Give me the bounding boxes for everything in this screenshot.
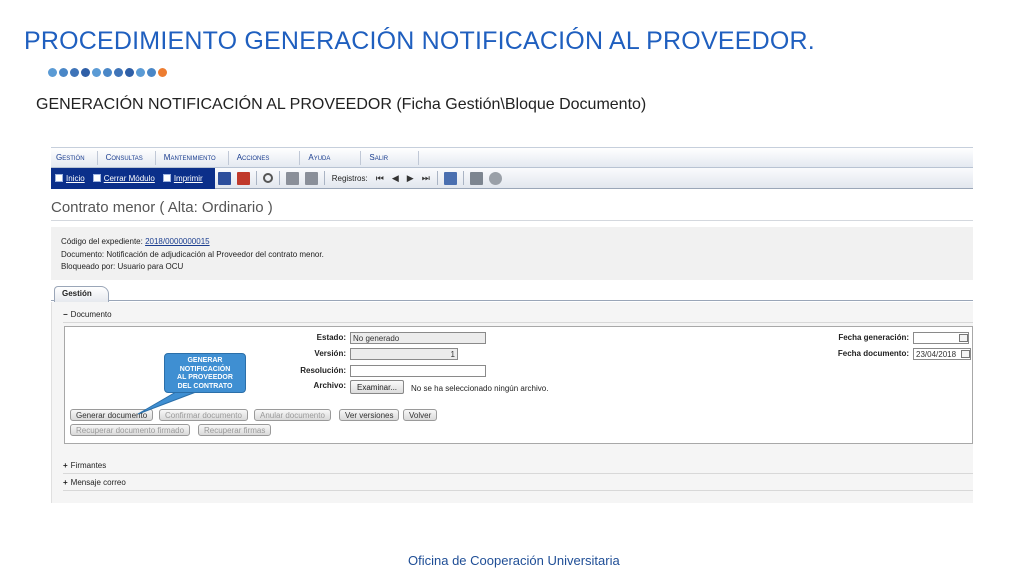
- footer-text: Oficina de Cooperación Universitaria: [408, 553, 620, 568]
- callout-line: AL PROVEEDOR: [177, 374, 233, 381]
- decorative-dot: [103, 68, 112, 77]
- resolucion-input[interactable]: [350, 365, 486, 377]
- section-divider: [63, 490, 973, 491]
- collapse-icon: −: [63, 310, 68, 319]
- decorative-dot: [70, 68, 79, 77]
- toolbar-separator: [278, 171, 280, 185]
- info-box: Código del expediente: 2018/0000000015 D…: [51, 227, 973, 280]
- section-documento-label: Documento: [70, 310, 112, 319]
- toolbar-separator: [323, 171, 325, 185]
- tab-gestion[interactable]: Gestión: [54, 286, 109, 302]
- decorative-dot: [114, 68, 123, 77]
- estado-label: Estado:: [316, 333, 346, 342]
- callout-line: DEL CONTRATO: [177, 382, 233, 390]
- decorative-dot: [81, 68, 90, 77]
- tab-bar: Gestión: [51, 285, 973, 302]
- decorative-dot: [125, 68, 134, 77]
- registros-label: Registros:: [331, 173, 368, 183]
- search-icon[interactable]: [262, 173, 273, 183]
- bloqueado-line: Bloqueado por: Usuario para OCU: [61, 262, 184, 271]
- fecha-generacion-label: Fecha generación:: [838, 333, 909, 342]
- fecha-documento-label: Fecha documento:: [837, 349, 909, 358]
- expediente-label: Código del expediente:: [61, 237, 143, 246]
- decorative-dots: [48, 68, 167, 77]
- title-divider: [51, 220, 973, 221]
- recuperar-firmas-button[interactable]: Recuperar firmas: [198, 424, 272, 436]
- calendar-icon[interactable]: [961, 350, 970, 358]
- section-firmantes[interactable]: + Firmantes: [63, 461, 106, 470]
- decorative-dot: [48, 68, 57, 77]
- app-title: Contrato menor ( Alta: Ordinario ): [51, 199, 273, 216]
- toolbar: Inicio Cerrar Módulo Imprimir Registros:…: [51, 167, 973, 189]
- section-mensaje-label: Mensaje correo: [70, 478, 126, 487]
- documento-line: Documento: Notificación de adjudicación …: [61, 249, 324, 259]
- menu-gestion[interactable]: Gestión: [56, 150, 98, 165]
- expediente-link[interactable]: 2018/0000000015: [145, 237, 210, 246]
- menu-consultas[interactable]: Consultas: [106, 150, 156, 165]
- callout-line: GENERAR: [187, 357, 223, 364]
- tools-icon[interactable]: [469, 171, 483, 185]
- app-window: Gestión Consultas Mantenimiento Acciones…: [51, 147, 973, 503]
- home-icon: [55, 174, 63, 182]
- section-divider: [63, 473, 973, 474]
- inicio-link[interactable]: Inicio: [55, 174, 85, 183]
- expediente-row: Código del expediente: 2018/0000000015: [61, 236, 963, 249]
- menu-bar: Gestión Consultas Mantenimiento Acciones…: [51, 147, 973, 168]
- expand-icon: +: [63, 461, 68, 470]
- decorative-dot: [147, 68, 156, 77]
- recuperar-documento-firmado-button[interactable]: Recuperar documento firmado: [70, 424, 191, 436]
- imprimir-link[interactable]: Imprimir: [162, 173, 203, 183]
- callout-line: NOTIFICACIÓN: [179, 365, 231, 373]
- toolbar-separator: [436, 171, 438, 185]
- cerrar-modulo-label: Cerrar Módulo: [103, 173, 155, 183]
- ver-versiones-button[interactable]: Ver versiones: [339, 409, 400, 421]
- anular-documento-button[interactable]: Anular documento: [254, 409, 331, 421]
- last-icon[interactable]: ⏭: [422, 173, 430, 184]
- section-divider: [63, 322, 973, 323]
- slide-title: PROCEDIMIENTO GENERACIÓN NOTIFICACIÓN AL…: [24, 27, 815, 55]
- section-mensaje-correo[interactable]: + Mensaje correo: [63, 478, 126, 487]
- imprimir-label: Imprimir: [173, 173, 203, 183]
- import-icon[interactable]: [304, 171, 318, 185]
- next-icon[interactable]: ▶: [407, 173, 414, 184]
- print-icon: [162, 174, 171, 182]
- callout-generar-notificacion: GENERAR NOTIFICACIÓN AL PROVEEDOR DEL CO…: [164, 353, 246, 393]
- volver-button[interactable]: Volver: [403, 409, 438, 421]
- slide-subtitle: GENERACIÓN NOTIFICACIÓN AL PROVEEDOR (Fi…: [36, 96, 647, 113]
- version-label: Versión:: [314, 349, 346, 358]
- no-file-text: No se ha seleccionado ningún archivo.: [411, 384, 549, 393]
- window-icon[interactable]: [443, 171, 457, 185]
- save-icon[interactable]: [217, 171, 231, 185]
- inicio-label: Inicio: [66, 173, 85, 183]
- toolbar-links: Inicio Cerrar Módulo Imprimir: [51, 167, 215, 189]
- expand-icon: +: [63, 478, 68, 487]
- menu-acciones[interactable]: Acciones: [237, 150, 301, 165]
- settings-icon[interactable]: [488, 171, 502, 185]
- decorative-dot: [158, 68, 167, 77]
- export-icon[interactable]: [285, 171, 299, 185]
- close-module-icon: [92, 174, 101, 182]
- toolbar-separator: [255, 171, 257, 185]
- examinar-button[interactable]: Examinar...: [350, 380, 405, 394]
- estado-field: No generado: [350, 332, 486, 344]
- decorative-dot: [92, 68, 101, 77]
- confirmar-documento-button[interactable]: Confirmar documento: [159, 409, 248, 421]
- decorative-dot: [59, 68, 68, 77]
- decorative-dot: [136, 68, 145, 77]
- calendar-icon[interactable]: [959, 334, 968, 342]
- menu-salir[interactable]: Salir: [369, 150, 420, 165]
- cerrar-modulo-link[interactable]: Cerrar Módulo: [92, 173, 155, 183]
- section-firmantes-label: Firmantes: [70, 461, 107, 470]
- archivo-label: Archivo:: [313, 381, 346, 390]
- delete-icon[interactable]: [236, 171, 250, 185]
- prev-icon[interactable]: ◀: [392, 173, 399, 184]
- first-icon[interactable]: ⏮: [376, 173, 384, 184]
- version-field: 1: [350, 348, 458, 360]
- section-documento[interactable]: − Documento: [63, 310, 112, 319]
- menu-ayuda[interactable]: Ayuda: [308, 150, 362, 165]
- resolucion-label: Resolución:: [300, 366, 346, 375]
- generar-documento-button[interactable]: Generar documento: [70, 409, 154, 421]
- menu-mantenimiento[interactable]: Mantenimiento: [164, 150, 229, 165]
- toolbar-separator: [462, 171, 464, 185]
